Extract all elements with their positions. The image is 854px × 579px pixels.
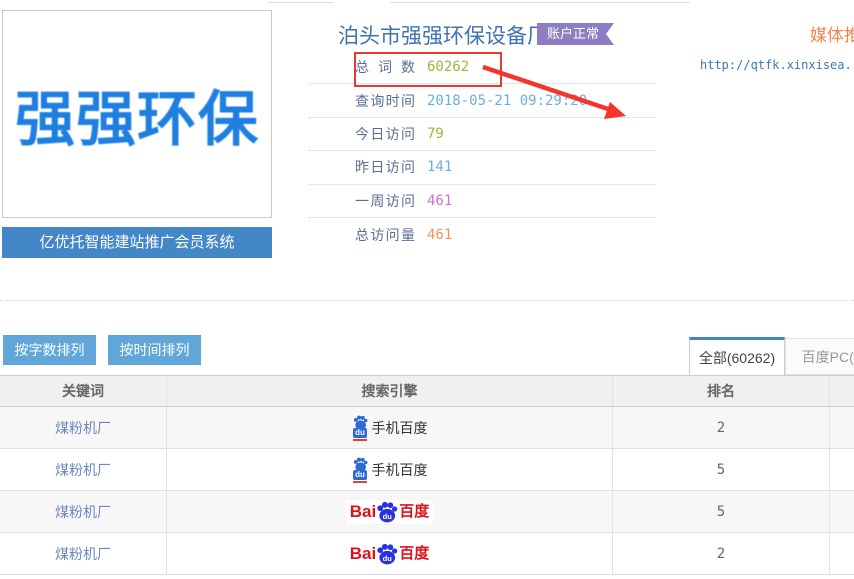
keyword-cell[interactable]: 煤粉机厂 [0,407,167,448]
stat-row: 一周访问 461 [308,185,655,218]
keyword-table-body: 煤粉机厂du手机百度2煤粉机厂du手机百度5煤粉机厂Baidu百度5煤粉机厂Ba… [0,407,854,575]
red-underline [353,439,367,441]
extra-cell [830,407,854,448]
rank-cell: 5 [613,449,830,490]
extra-cell [830,533,854,574]
stat-value: 141 [427,159,452,175]
sort-by-wordcount-button[interactable]: 按字数排列 [3,335,96,365]
rank-cell: 2 [613,533,830,574]
highlight-annotation-box [354,52,502,87]
baidu-paw-icon: du [376,543,398,565]
baidu-wordmark-cn: 百度 [399,544,429,564]
mobile-baidu-icon: du [352,415,369,441]
stat-value: 2018-05-21 09:29:20 [427,93,587,109]
stat-row: 昨日访问 141 [308,151,655,184]
stat-value: 461 [427,227,452,243]
stat-row: 今日访问 79 [308,118,655,151]
du-badge: du [353,470,367,480]
tab-all[interactable]: 全部(60262) [689,337,785,375]
stat-value: 79 [427,126,444,142]
site-url-link[interactable]: http://qtfk.xinxisea. [700,58,852,72]
mobile-baidu-logo: du 手机百度 [352,457,428,483]
stat-value: 461 [427,193,452,209]
column-header-rank: 排名 [613,376,830,406]
table-header-row: 关键词 搜索引擎 排名 [0,375,854,407]
baidu-pc-logo: Baidu 百度 [346,542,433,566]
baidu-paw-icon: du [376,501,398,523]
account-status-badge: 账户正常 [537,23,614,45]
media-section-label: 媒体推广 [810,21,854,46]
column-header-engine: 搜索引擎 [167,376,613,406]
extra-cell [830,449,854,490]
keyword-cell[interactable]: 煤粉机厂 [0,491,167,532]
top-border-fragment [268,2,334,3]
keyword-cell[interactable]: 煤粉机厂 [0,449,167,490]
stat-row: 总访问量 461 [308,218,655,251]
tab-baidu-pc[interactable]: 百度PC(30 [785,338,854,375]
engine-cell: du 手机百度 [167,407,613,448]
stat-row: 查询时间 2018-05-21 09:29:20 [308,84,655,117]
red-underline [353,481,367,483]
mobile-baidu-logo: du 手机百度 [352,415,428,441]
section-divider [0,300,854,301]
table-row: 煤粉机厂 du 手机百度 2 [0,407,854,449]
stat-label: 昨日访问 [355,157,415,177]
rank-cell: 2 [613,407,830,448]
baidu-wordmark-bai: Bai [350,502,376,522]
svg-text:du: du [383,553,393,562]
baidu-wordmark-cn: 百度 [399,502,429,522]
column-header-extra [830,376,854,406]
table-row: 煤粉机厂 Baidu 百度 5 [0,491,854,533]
stat-label: 一周访问 [355,191,415,211]
rank-cell: 5 [613,491,830,532]
company-logo: 强强环保 [2,10,272,218]
stat-label: 查询时间 [355,91,415,111]
svg-text:du: du [383,511,393,520]
table-row: 煤粉机厂 du 手机百度 5 [0,449,854,491]
keyword-rank-table: 关键词 搜索引擎 排名 煤粉机厂 du 手机百度 2 煤粉机厂 du 手机百度 5 煤粉机厂 Ba… [0,375,854,575]
column-header-keyword: 关键词 [0,376,167,406]
engine-cell: Baidu 百度 [167,491,613,532]
stat-label: 总访问量 [355,225,415,245]
table-row: 煤粉机厂 Baidu 百度 2 [0,533,854,575]
company-logo-text: 强强环保 [15,71,259,158]
engine-cell: du 手机百度 [167,449,613,490]
du-badge: du [353,428,367,438]
baidu-pc-logo: Baidu 百度 [346,500,433,524]
stat-label: 今日访问 [355,124,415,144]
sort-by-time-button[interactable]: 按时间排列 [108,335,201,365]
keyword-cell[interactable]: 煤粉机厂 [0,533,167,574]
mobile-baidu-icon: du [352,457,369,483]
engine-label: 手机百度 [372,460,428,480]
top-border-fragment [390,2,690,3]
extra-cell [830,491,854,532]
engine-label: 手机百度 [372,418,428,438]
page-title: 泊头市强强环保设备厂 [338,20,548,50]
engine-cell: Baidu 百度 [167,533,613,574]
baidu-wordmark-bai: Bai [350,544,376,564]
system-banner: 亿优托智能建站推广会员系统 [2,227,272,258]
